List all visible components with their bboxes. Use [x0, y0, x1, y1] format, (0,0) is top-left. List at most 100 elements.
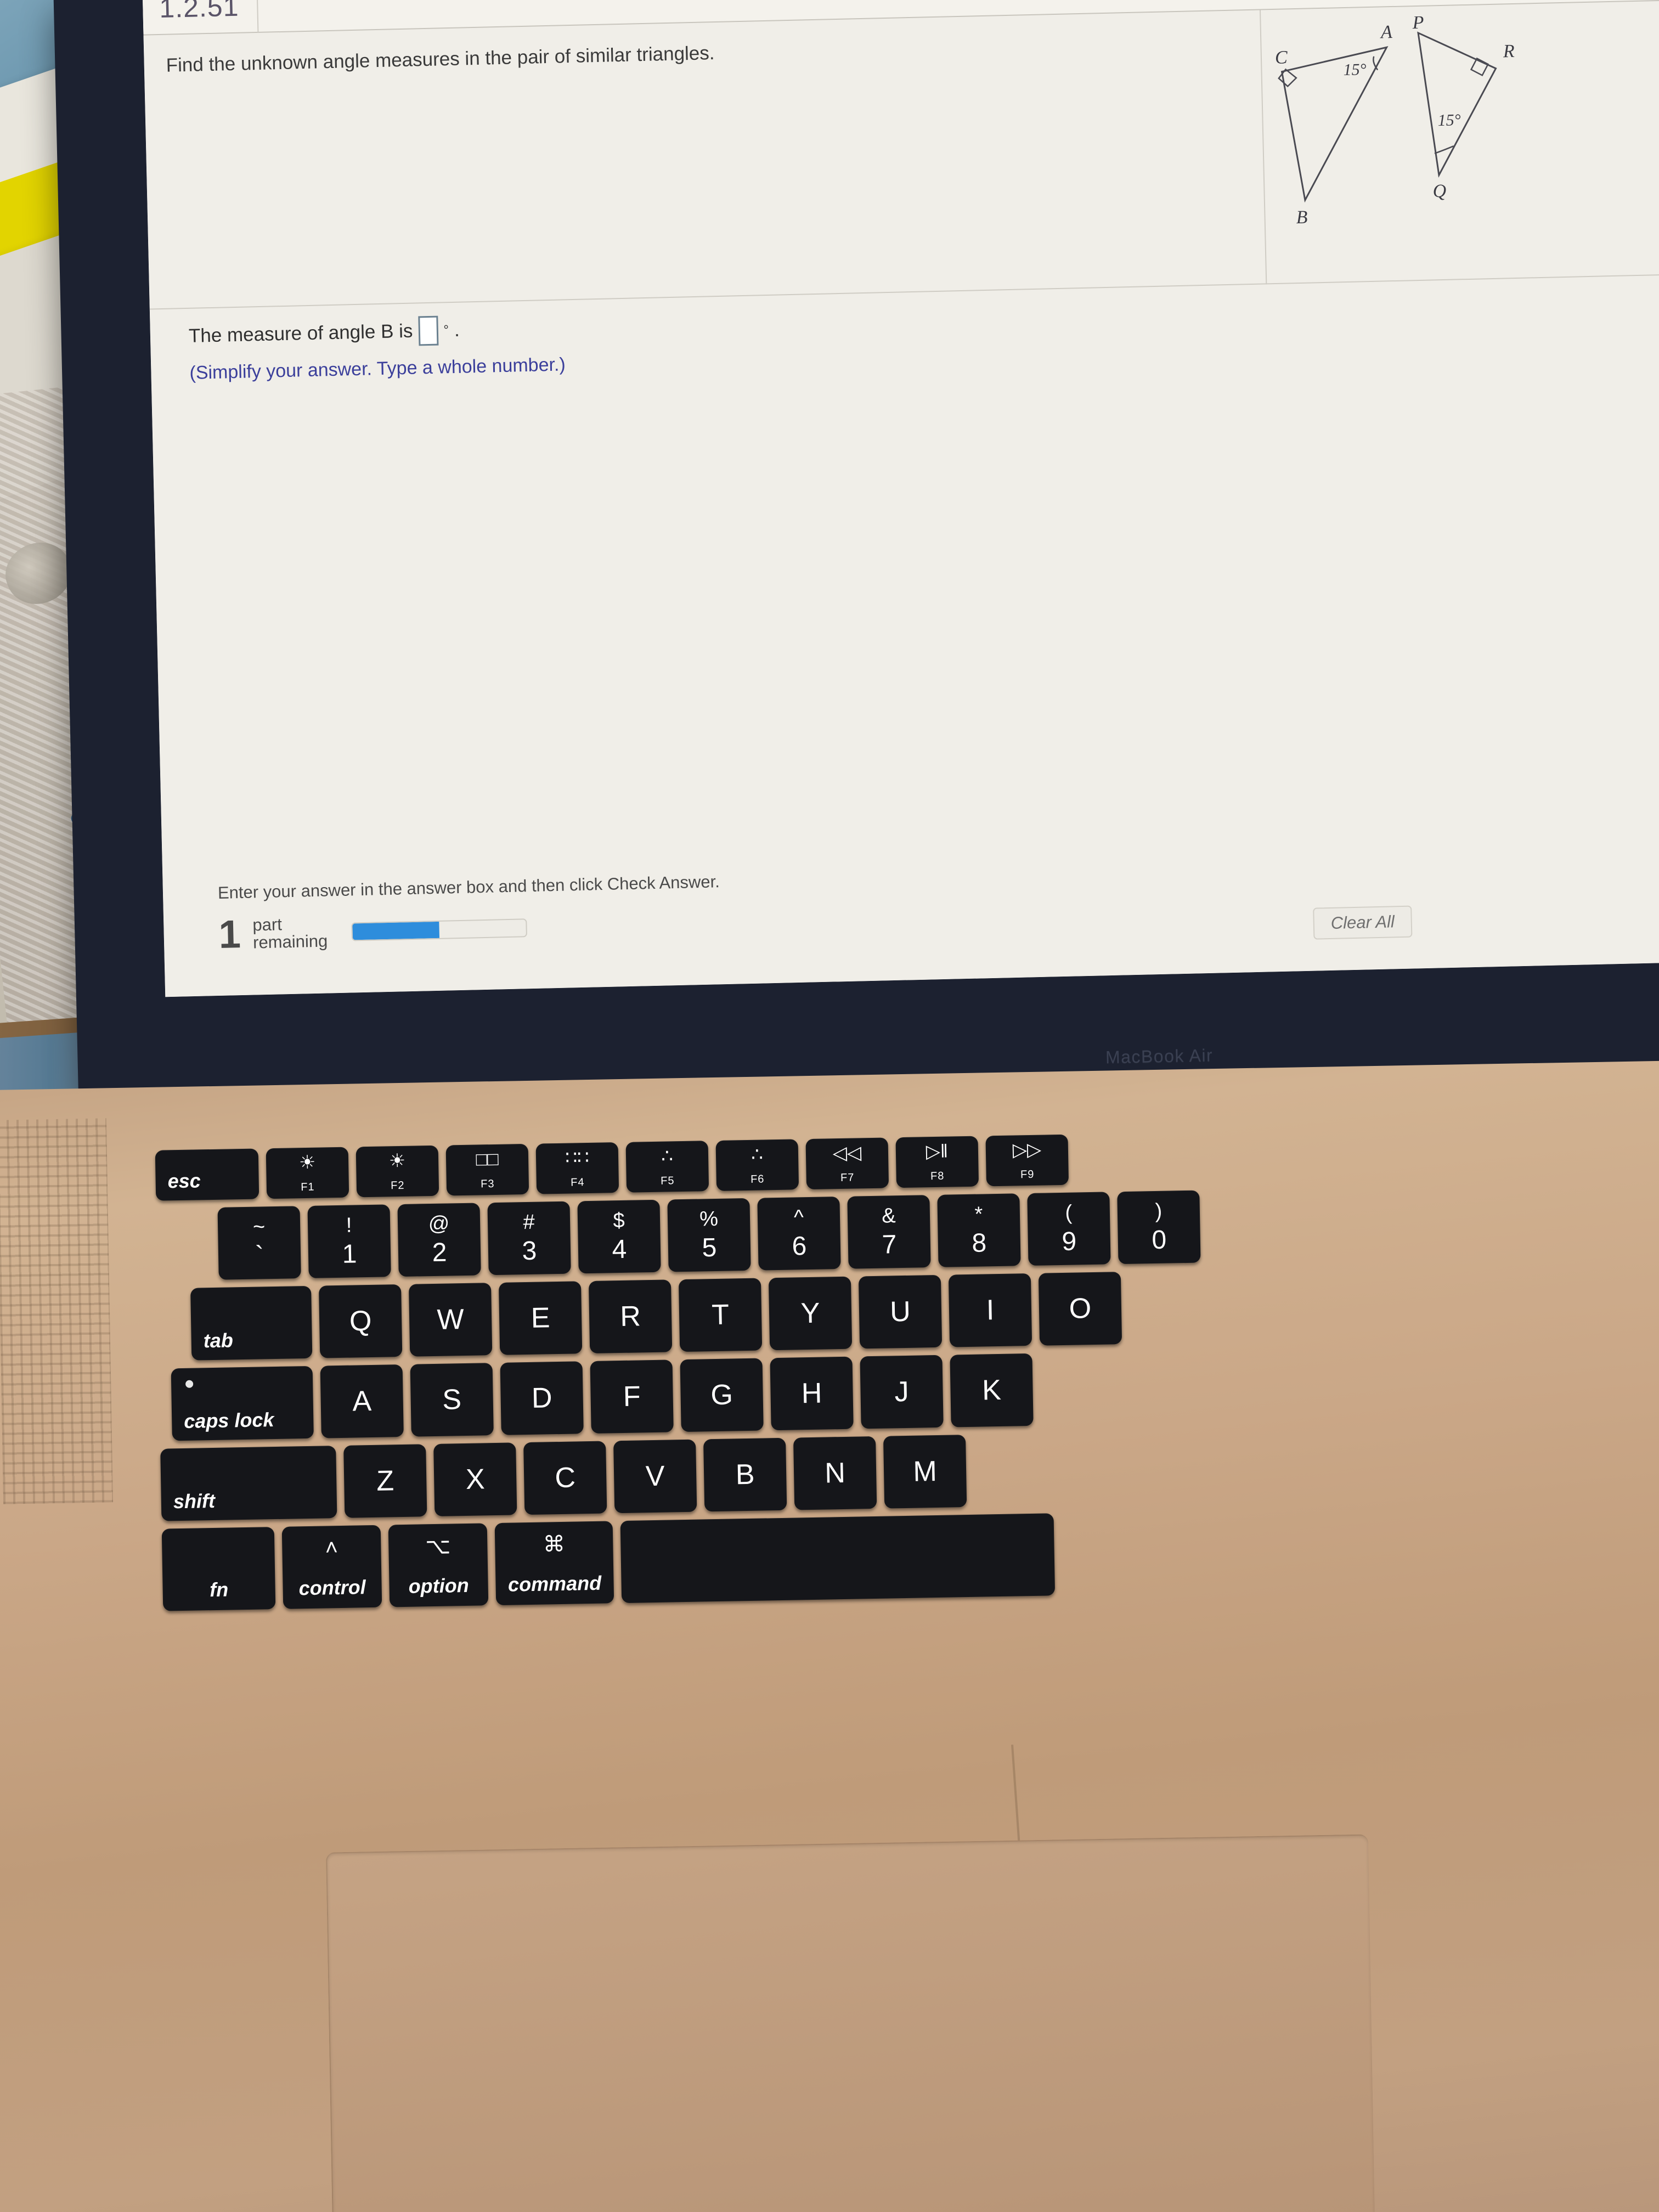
- key-label: C: [554, 1462, 576, 1494]
- key-r[interactable]: R: [588, 1279, 673, 1354]
- fkey-glyph-icon: ◁◁: [832, 1142, 862, 1164]
- key-label: 1: [342, 1239, 357, 1269]
- key-label: 7: [882, 1230, 897, 1260]
- key-x[interactable]: X: [433, 1442, 517, 1516]
- key-9[interactable]: (9: [1027, 1192, 1111, 1266]
- key-f7[interactable]: ◁◁ F7: [805, 1137, 889, 1190]
- key-f8[interactable]: ▷‖ F8: [895, 1136, 979, 1188]
- key-o[interactable]: O: [1038, 1272, 1122, 1346]
- angle-label-q: 15°: [1437, 111, 1461, 129]
- key-d[interactable]: D: [500, 1361, 584, 1435]
- key-f1[interactable]: ☀ F1: [266, 1147, 349, 1199]
- key-h[interactable]: H: [770, 1356, 854, 1431]
- key-shifted-label: &: [881, 1204, 896, 1228]
- laptop-screen: 1.2.51 Find the unknown angle measures i…: [142, 0, 1659, 997]
- key-s[interactable]: S: [410, 1363, 494, 1437]
- key-label: V: [645, 1460, 665, 1493]
- key-c[interactable]: C: [523, 1441, 607, 1515]
- key-label: F: [623, 1380, 641, 1413]
- key-label: G: [710, 1379, 733, 1412]
- key-u[interactable]: U: [858, 1274, 943, 1349]
- key-3[interactable]: #3: [487, 1201, 571, 1276]
- key-v[interactable]: V: [613, 1439, 697, 1514]
- fkey-glyph-icon: ∷∷: [565, 1147, 590, 1169]
- key-7[interactable]: & 7: [847, 1195, 931, 1269]
- key-label: S: [442, 1384, 462, 1416]
- key-esc[interactable]: esc: [155, 1148, 259, 1201]
- speaker-grille-left: [0, 1118, 114, 1504]
- key-caps-lock[interactable]: caps lock: [171, 1365, 314, 1441]
- fkey-label: F8: [930, 1170, 945, 1183]
- key-label: W: [437, 1304, 465, 1336]
- trackpad[interactable]: [326, 1834, 1375, 2212]
- progress-bar-fill: [352, 922, 440, 940]
- key-shifted-label: ~: [252, 1215, 266, 1239]
- key-tab[interactable]: tab: [190, 1285, 313, 1361]
- key-label: U: [889, 1295, 911, 1328]
- key-6[interactable]: ^ 6: [757, 1197, 841, 1271]
- key-fn[interactable]: fn: [161, 1527, 276, 1611]
- key-label: control: [298, 1576, 366, 1600]
- key-j[interactable]: J: [860, 1355, 944, 1429]
- header-divider: [256, 0, 259, 33]
- key-n[interactable]: N: [793, 1436, 877, 1510]
- key-b[interactable]: B: [703, 1437, 787, 1512]
- key-4[interactable]: $4: [577, 1199, 661, 1274]
- vertex-label-a: A: [1380, 22, 1393, 43]
- key-label: shift: [173, 1489, 216, 1513]
- key-w[interactable]: W: [409, 1283, 493, 1357]
- key-f5[interactable]: ∴ F5: [625, 1141, 709, 1193]
- key-i[interactable]: I: [948, 1273, 1032, 1347]
- fkey-label: F6: [750, 1173, 765, 1186]
- key-label: D: [531, 1382, 552, 1414]
- key-control[interactable]: ˄ control: [281, 1525, 382, 1609]
- fkey-glyph-icon: ▷▷: [1012, 1139, 1042, 1161]
- answer-hint: (Simplify your answer. Type a whole numb…: [189, 354, 566, 383]
- key-label: 5: [702, 1233, 717, 1263]
- fkey-glyph-icon: ▷‖: [926, 1141, 949, 1163]
- key-y[interactable]: Y: [768, 1276, 853, 1351]
- answer-input[interactable]: [417, 315, 439, 346]
- key-k[interactable]: K: [950, 1353, 1034, 1427]
- key-label: J: [894, 1375, 910, 1408]
- key-`[interactable]: ~ `: [217, 1206, 301, 1280]
- key-f[interactable]: F: [590, 1359, 674, 1434]
- fkey-glyph-icon: ☀: [298, 1152, 316, 1173]
- key-a[interactable]: A: [320, 1364, 404, 1438]
- key-2[interactable]: @2: [397, 1203, 481, 1277]
- mathxl-exercise-page: 1.2.51 Find the unknown angle measures i…: [142, 0, 1659, 997]
- fkey-label: F4: [570, 1176, 585, 1189]
- key-f6[interactable]: ∴ F6: [715, 1139, 799, 1191]
- key-modifier-glyph-icon: ˄: [325, 1536, 338, 1560]
- key-f2[interactable]: ☀ F2: [356, 1145, 439, 1198]
- key-label: 3: [522, 1236, 537, 1266]
- key-label: O: [1069, 1293, 1092, 1325]
- key-modifier-glyph-icon: ⌘: [543, 1532, 566, 1557]
- key-0[interactable]: ) 0: [1117, 1190, 1201, 1265]
- key-shift[interactable]: shift: [160, 1446, 337, 1521]
- key-label: esc: [167, 1169, 201, 1193]
- keyboard: esc ☀ F1 ☀ F2 □□ F3 ∷∷ F4 ∴ F5 ∴ F6 ◁◁ F7 ▷‖ F8 ▷▷ F9 ~ `! 1…: [155, 1132, 1215, 1618]
- key-shifted-label: %: [699, 1207, 719, 1231]
- key-1[interactable]: ! 1: [307, 1204, 391, 1278]
- key-label: E: [531, 1302, 550, 1334]
- similar-triangles-figure: A C B P R Q 15° 15°: [1271, 13, 1561, 250]
- key-q[interactable]: Q: [319, 1284, 403, 1358]
- key-e[interactable]: E: [498, 1281, 583, 1355]
- key-t[interactable]: T: [678, 1278, 763, 1352]
- key-f4[interactable]: ∷∷ F4: [535, 1142, 619, 1194]
- key-label: 9: [1062, 1227, 1077, 1256]
- key-option[interactable]: ⌥ option: [388, 1523, 489, 1607]
- clear-all-button[interactable]: Clear All: [1313, 905, 1413, 940]
- key-f9[interactable]: ▷▷ F9: [985, 1134, 1069, 1187]
- key-command[interactable]: ⌘ command: [494, 1521, 614, 1606]
- key-space[interactable]: [620, 1513, 1056, 1604]
- key-m[interactable]: M: [883, 1435, 967, 1509]
- key-5[interactable]: % 5: [667, 1198, 751, 1272]
- key-g[interactable]: G: [680, 1358, 764, 1432]
- key-label: `: [255, 1241, 264, 1271]
- key-z[interactable]: Z: [343, 1444, 427, 1518]
- key-label: Z: [376, 1465, 394, 1497]
- key-8[interactable]: * 8: [937, 1193, 1021, 1267]
- key-f3[interactable]: □□ F3: [445, 1143, 529, 1196]
